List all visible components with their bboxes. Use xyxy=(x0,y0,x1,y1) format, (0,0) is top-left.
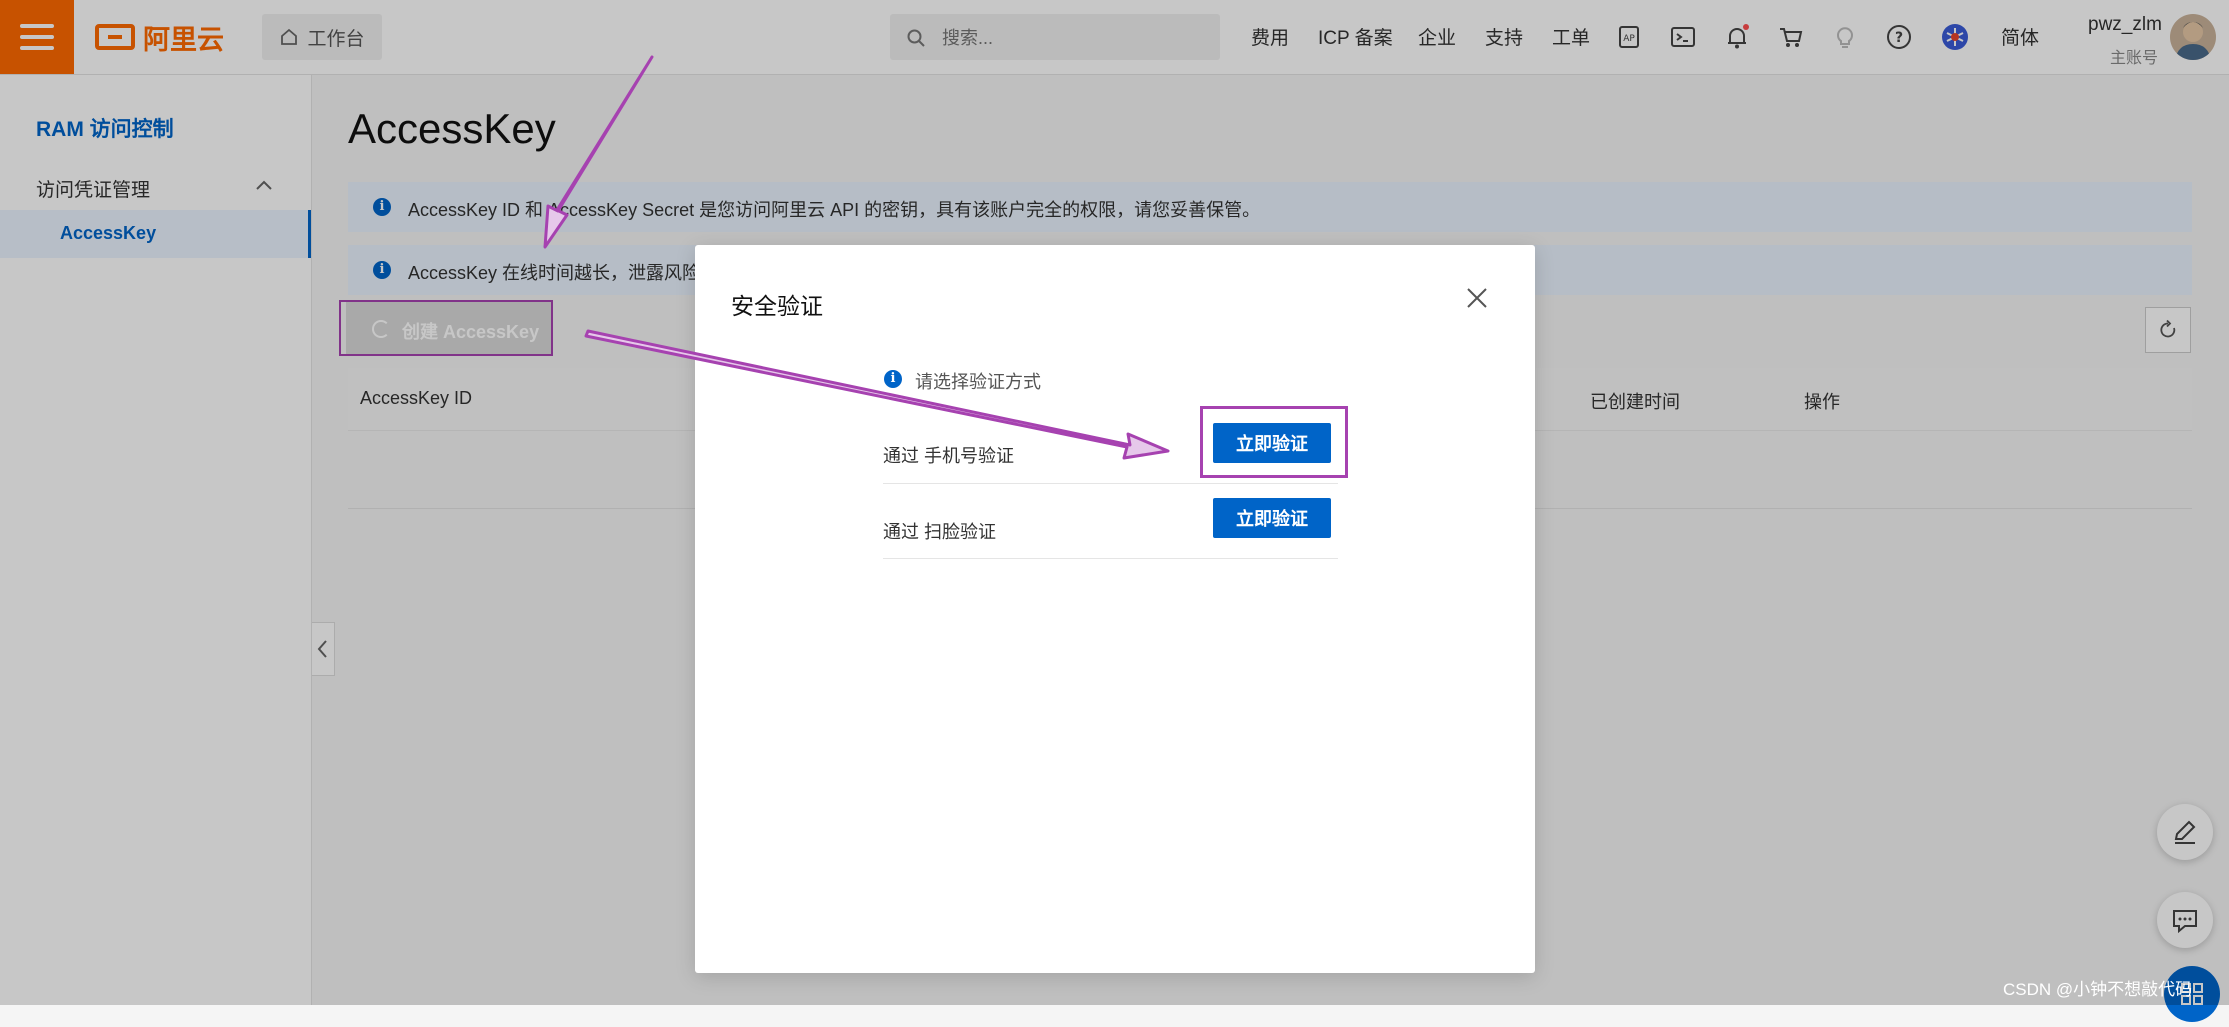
watermark: CSDN @小钟不想敲代码 xyxy=(2003,980,2193,999)
security-verification-dialog: 安全验证 i 请选择验证方式 通过 手机号验证 立即验证 通过 扫脸验证 立即验… xyxy=(695,245,1535,973)
phone-verification-label: 通过 手机号验证 xyxy=(883,446,1015,466)
row-divider xyxy=(883,558,1338,559)
face-verification-label: 通过 扫脸验证 xyxy=(883,522,997,542)
annotation-highlight-box xyxy=(1200,406,1348,478)
close-icon[interactable] xyxy=(1466,287,1488,309)
verification-hint: 请选择验证方式 xyxy=(915,372,1041,392)
dialog-title: 安全验证 xyxy=(731,293,823,319)
face-verify-button[interactable]: 立即验证 xyxy=(1213,498,1331,538)
info-icon: i xyxy=(884,370,902,388)
row-divider xyxy=(883,483,1338,484)
